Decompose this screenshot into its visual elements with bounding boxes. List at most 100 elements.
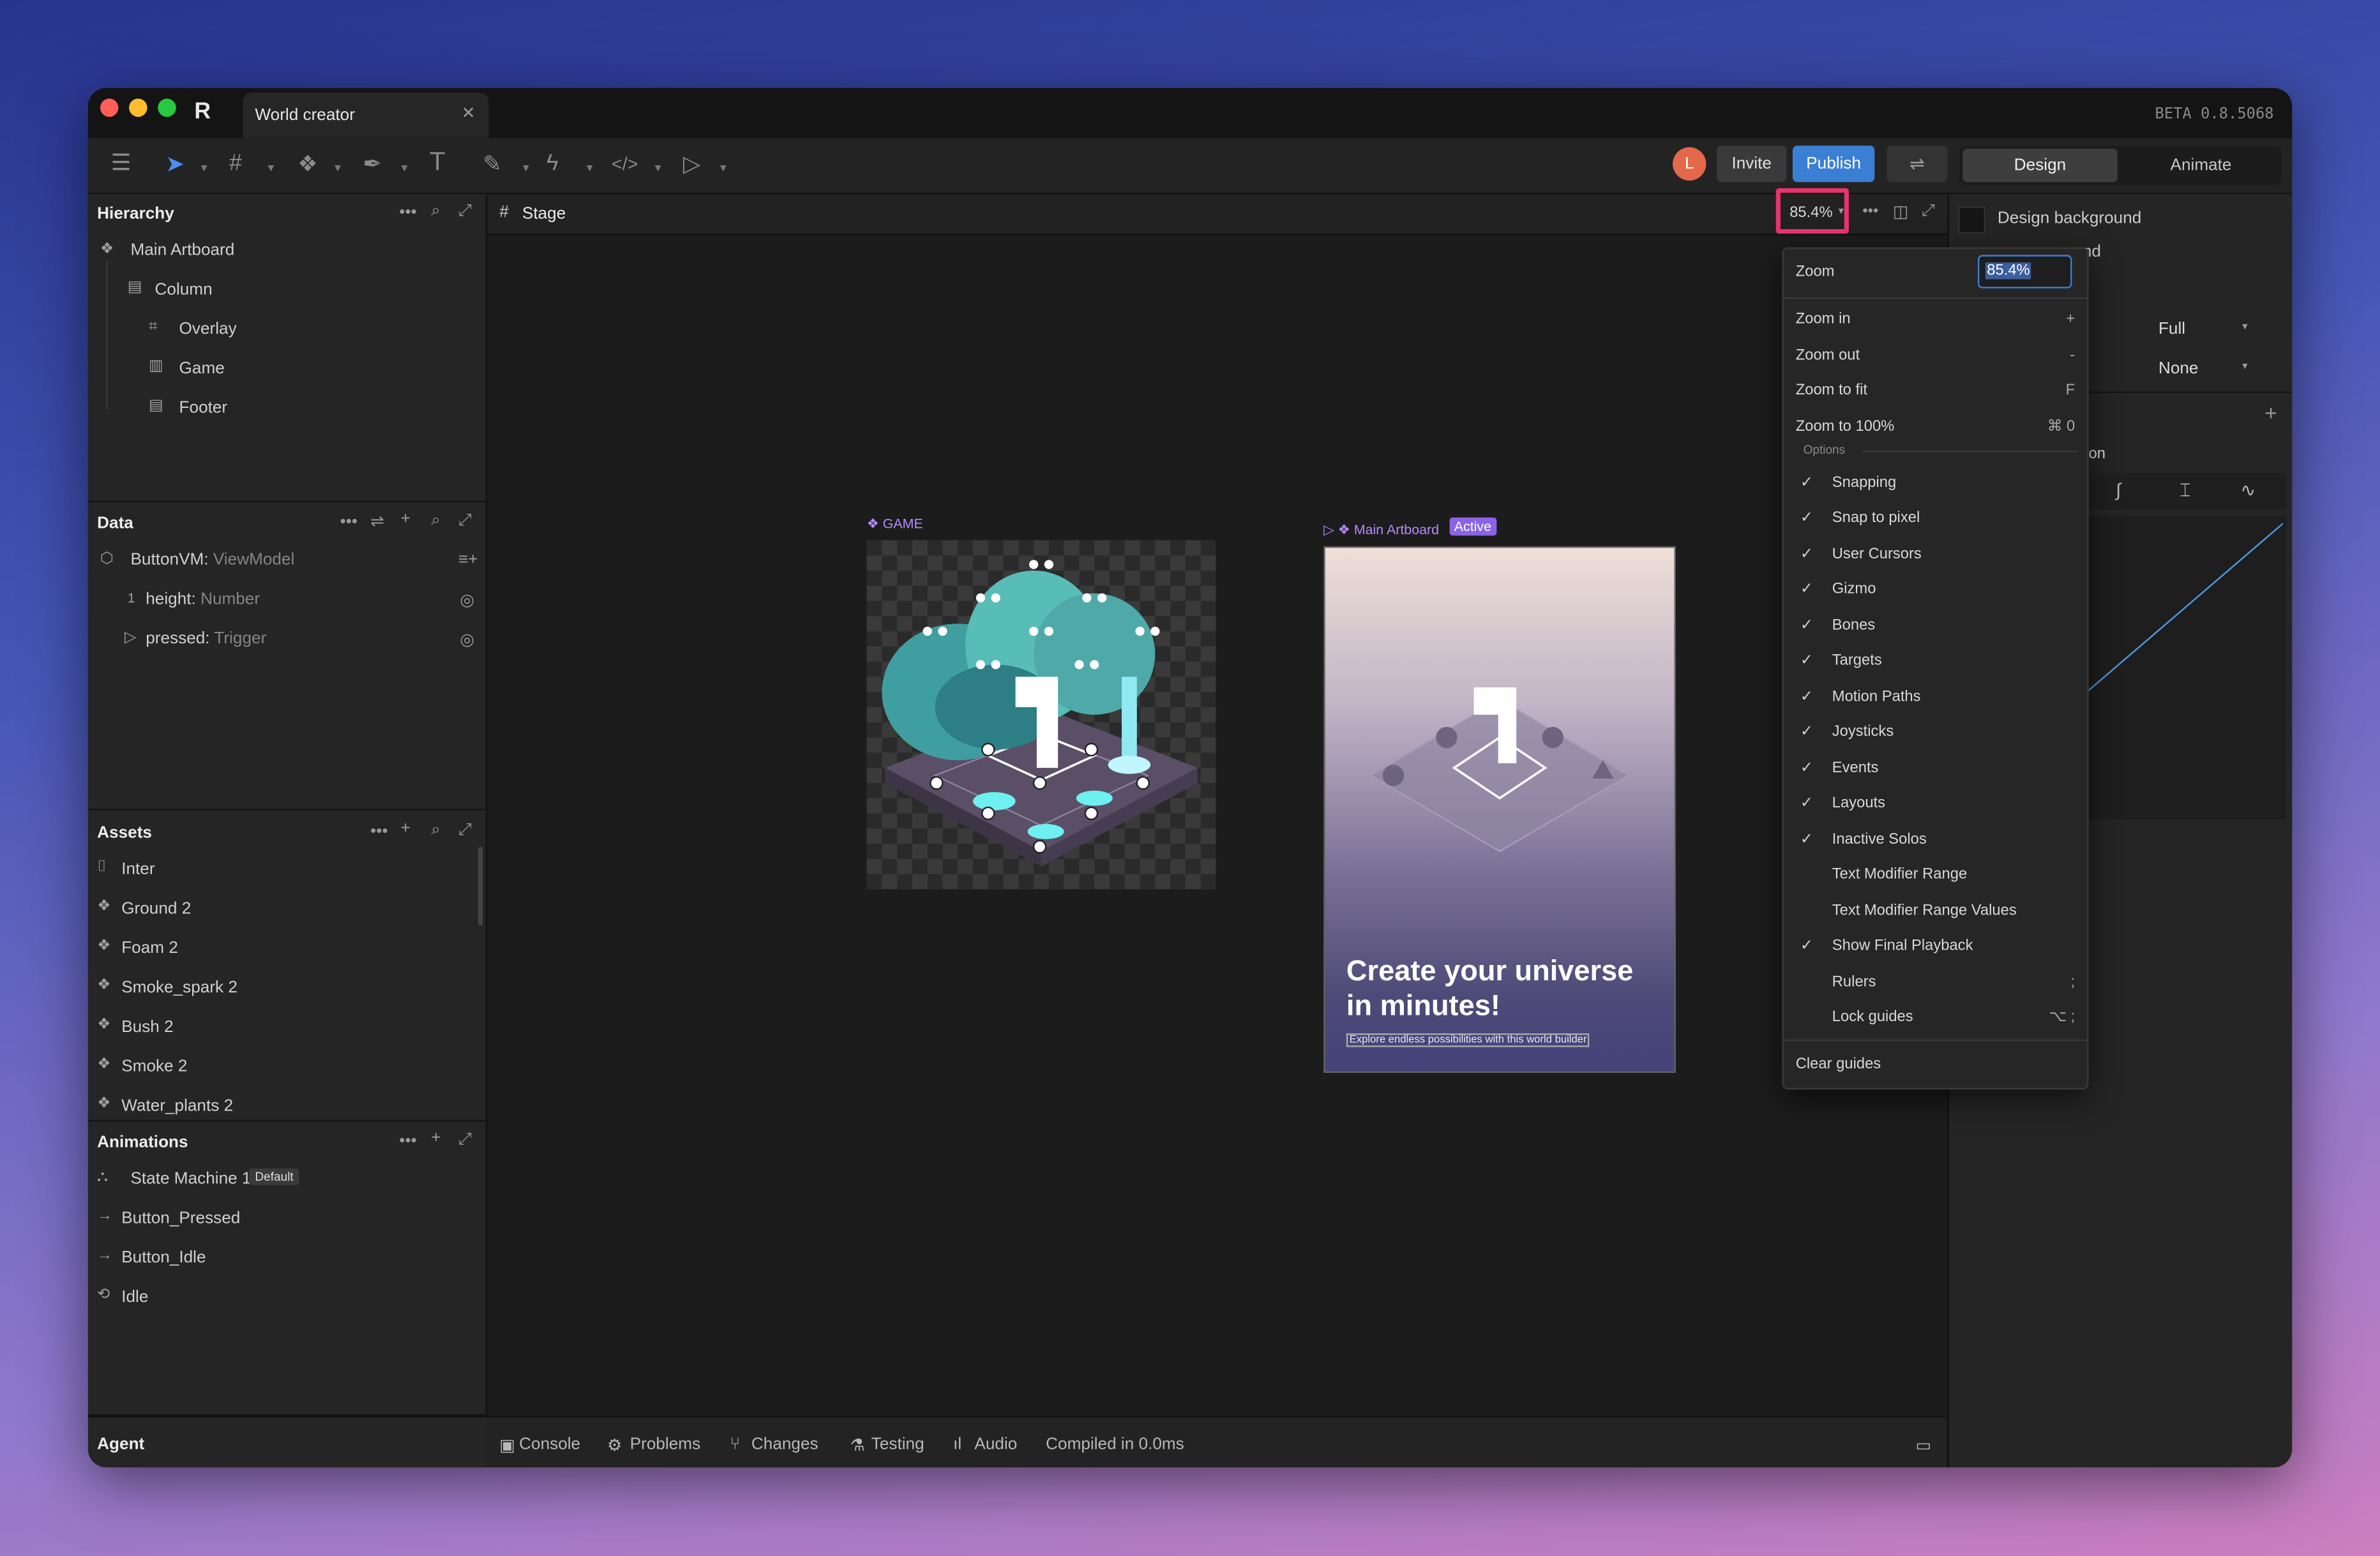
expand-icon[interactable]: ⤢ (458, 511, 472, 531)
fullscreen-icon[interactable]: ⤢ (1922, 202, 1935, 221)
option-user-cursors[interactable]: User Cursors (1832, 546, 1922, 563)
select-tool-icon[interactable]: ➤ (165, 150, 185, 177)
animation-item[interactable]: Button_Idle (121, 1249, 206, 1268)
chevron-down-icon[interactable]: ▼ (584, 164, 594, 175)
agent-panel[interactable]: Agent (87, 1416, 486, 1468)
clear-guides-item[interactable]: Clear guides (1796, 1056, 1881, 1073)
option-layouts[interactable]: Layouts (1832, 795, 1885, 812)
option-rulers[interactable]: Rulers (1832, 974, 1876, 991)
animation-item-state-machine[interactable]: State Machine 1 (130, 1170, 251, 1188)
option-motion-paths[interactable]: Motion Paths (1832, 689, 1921, 705)
zoom-dropdown[interactable]: 85.4% (1789, 205, 1832, 221)
property-pressed[interactable]: pressed: Trigger (146, 630, 266, 648)
bone-tool-icon[interactable]: ✎ (483, 150, 502, 177)
chevron-down-icon[interactable]: ▼ (1837, 208, 1846, 217)
document-tab[interactable]: World creator ✕ (243, 93, 489, 138)
swap-icon[interactable]: ⇌ (1887, 146, 1948, 183)
option-snap-to-pixel[interactable]: Snap to pixel (1832, 510, 1920, 527)
search-icon[interactable]: ⌕ (431, 202, 441, 221)
zoom-in-item[interactable]: Zoom in (1796, 311, 1851, 327)
option-show-final-playback[interactable]: Show Final Playback (1832, 938, 1973, 954)
hierarchy-item-column[interactable]: Column (155, 281, 213, 299)
stage-tab-label[interactable]: Stage (522, 205, 566, 223)
option-text-modifier-range-values[interactable]: Text Modifier Range Values (1832, 903, 2017, 920)
invite-button[interactable]: Invite (1717, 146, 1787, 183)
zoom-out-item[interactable]: Zoom out (1796, 347, 1860, 364)
add-icon[interactable]: + (431, 1129, 441, 1148)
console-tab[interactable]: Console (519, 1435, 580, 1454)
alignment-select[interactable]: None (2158, 359, 2199, 378)
option-gizmo[interactable]: Gizmo (1832, 581, 1876, 598)
assets-scrollbar[interactable] (478, 846, 483, 926)
component-tool-icon[interactable]: ❖ (298, 150, 318, 177)
chevron-down-icon[interactable]: ▼ (652, 164, 663, 175)
animation-item[interactable]: Idle (121, 1289, 148, 1307)
asset-item[interactable]: Ground 2 (121, 900, 191, 918)
option-joysticks[interactable]: Joysticks (1832, 724, 1894, 740)
zoom-to-fit-item[interactable]: Zoom to fit (1796, 382, 1867, 399)
more-icon[interactable]: ••• (1862, 204, 1878, 220)
asset-item[interactable]: Water_plants 2 (121, 1097, 233, 1116)
add-icon[interactable]: + (2264, 401, 2277, 425)
hamburger-menu-icon[interactable]: ☰ (111, 149, 132, 176)
ease-curve-icon[interactable]: ∫ (2116, 479, 2121, 500)
option-bones[interactable]: Bones (1832, 618, 1875, 634)
chevron-down-icon[interactable]: ▼ (266, 164, 276, 175)
asset-item[interactable]: Smoke_spark 2 (121, 979, 237, 998)
more-icon[interactable]: ••• (370, 823, 388, 841)
ease-step-icon[interactable]: ⌶ (2180, 479, 2190, 502)
viewmodel-row[interactable]: ButtonVM: ViewModel (130, 551, 294, 569)
more-icon[interactable]: ••• (340, 513, 358, 532)
expand-icon[interactable]: ⤢ (458, 1130, 472, 1150)
split-view-icon[interactable]: ◫ (1893, 202, 1909, 222)
asset-item[interactable]: Foam 2 (121, 939, 178, 958)
more-icon[interactable]: ••• (399, 1132, 416, 1151)
chevron-down-icon[interactable]: ▼ (333, 164, 343, 175)
text-tool-icon[interactable]: T (430, 147, 446, 178)
minimize-window-button[interactable] (129, 98, 147, 117)
hierarchy-item-footer[interactable]: Footer (179, 399, 228, 417)
hierarchy-item-main-artboard[interactable]: Main Artboard (130, 241, 234, 260)
maximize-window-button[interactable] (158, 98, 176, 117)
chevron-down-icon[interactable]: ▼ (199, 164, 209, 175)
property-height[interactable]: height: Number (146, 590, 260, 609)
animate-mode-tab[interactable]: Animate (2123, 149, 2278, 182)
zoom-input[interactable]: 85.4% (1978, 255, 2072, 288)
event-tool-icon[interactable]: ϟ (546, 150, 559, 176)
expand-icon[interactable]: ⤢ (458, 821, 472, 841)
option-text-modifier-range[interactable]: Text Modifier Range (1832, 867, 1967, 883)
hierarchy-item-overlay[interactable]: Overlay (179, 320, 237, 339)
chevron-down-icon[interactable]: ▼ (521, 164, 531, 175)
panel-toggle-icon[interactable]: ▭ (1916, 1435, 1932, 1456)
user-avatar[interactable]: L (1673, 147, 1706, 181)
game-artboard[interactable] (866, 540, 1216, 890)
design-background-swatch[interactable] (1958, 206, 1985, 234)
option-snapping[interactable]: Snapping (1832, 475, 1896, 491)
swap-icon[interactable]: ⇌ (370, 511, 384, 532)
add-icon[interactable]: + (401, 510, 410, 528)
chevron-down-icon[interactable]: ▼ (2240, 323, 2249, 332)
asset-item[interactable]: Smoke 2 (121, 1058, 187, 1076)
option-events[interactable]: Events (1832, 760, 1879, 777)
frame-tool-icon[interactable]: # (229, 150, 242, 176)
search-icon[interactable]: ⌕ (431, 511, 441, 531)
ease-elastic-icon[interactable]: ∿ (2240, 479, 2256, 500)
bind-icon[interactable]: ◎ (460, 590, 474, 610)
chevron-down-icon[interactable]: ▼ (2240, 363, 2249, 371)
bind-icon[interactable]: ◎ (460, 630, 474, 650)
hierarchy-item-game[interactable]: Game (179, 359, 225, 378)
close-window-button[interactable] (100, 98, 119, 117)
add-property-icon[interactable]: ≡+ (458, 551, 478, 569)
game-artboard-label[interactable]: ❖ GAME (867, 516, 923, 532)
close-tab-icon[interactable]: ✕ (462, 103, 476, 123)
testing-tab[interactable]: Testing (871, 1435, 924, 1454)
problems-tab[interactable]: Problems (630, 1435, 700, 1454)
animation-item[interactable]: Button_Pressed (121, 1209, 240, 1228)
fit-select[interactable]: Full (2158, 320, 2185, 339)
play-icon[interactable]: ▷ (683, 150, 700, 177)
stage-canvas[interactable]: # Stage 85.4% ▼ ••• ◫ ⤢ ❖ GAME ▷ ❖ Main … (485, 188, 1948, 1416)
more-icon[interactable]: ••• (399, 204, 416, 222)
option-targets[interactable]: Targets (1832, 652, 1882, 669)
asset-item[interactable]: Inter (121, 860, 154, 879)
expand-icon[interactable]: ⤢ (458, 202, 472, 221)
